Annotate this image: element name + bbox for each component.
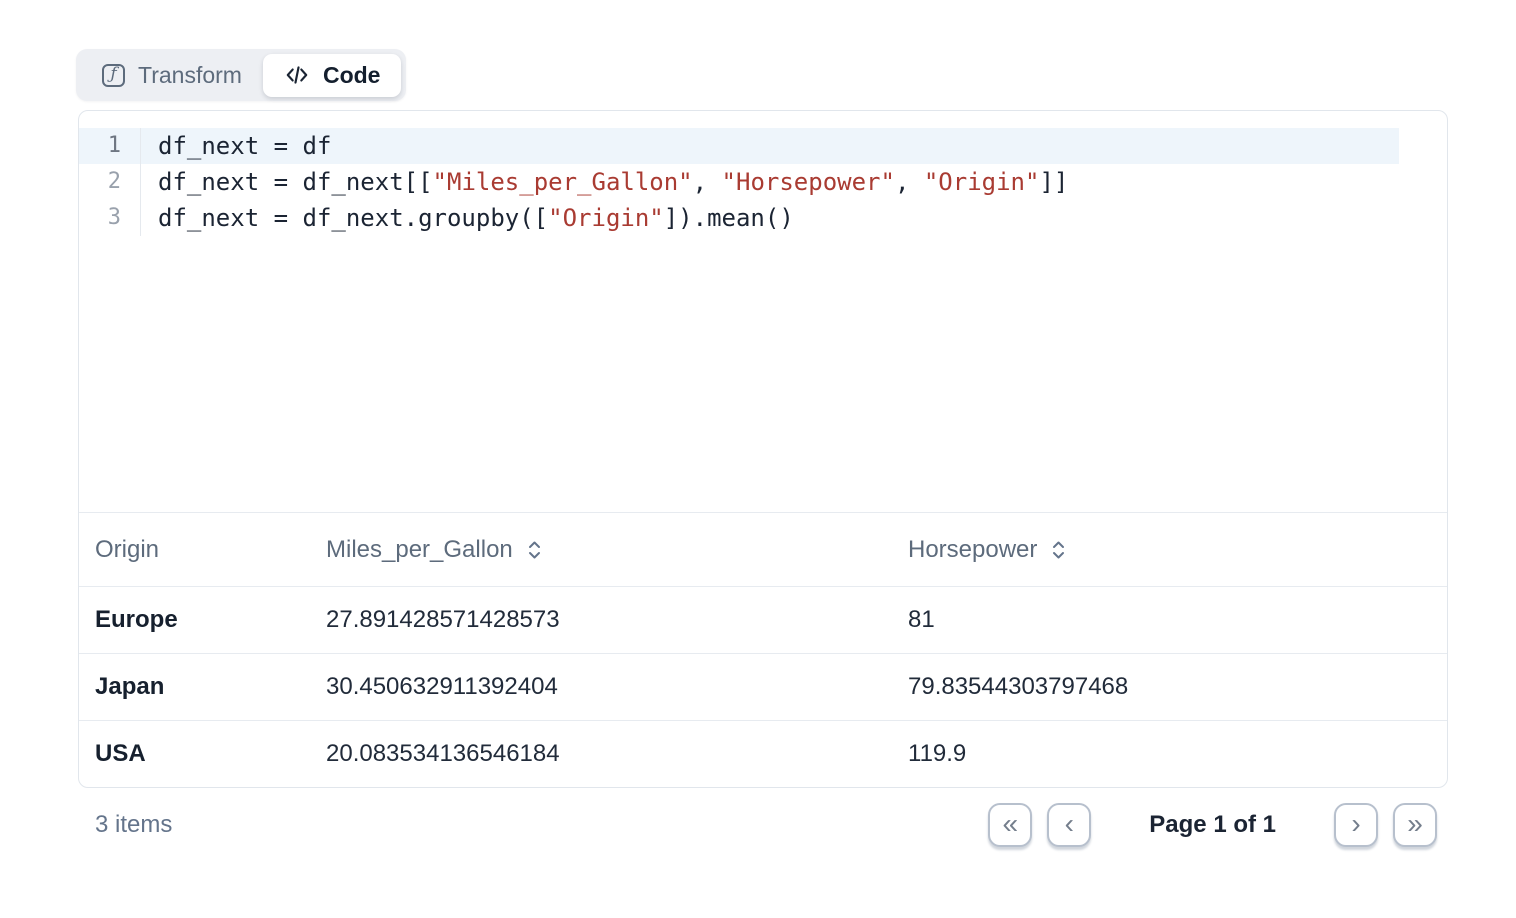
items-count: 3 items <box>95 811 172 839</box>
first-page-button[interactable]: « <box>988 803 1032 847</box>
chevron-right-icon: › <box>1351 810 1360 838</box>
code-line[interactable]: 1df_next = df <box>79 128 1399 164</box>
chevron-left-icon: ‹ <box>1065 810 1074 838</box>
code-line[interactable]: 2df_next = df_next[["Miles_per_Gallon", … <box>79 164 1399 200</box>
double-chevron-left-icon: « <box>1002 810 1018 838</box>
column-header-origin: Origin <box>79 513 310 586</box>
table-body: Europe27.89142857142857381Japan30.450632… <box>79 586 1447 787</box>
function-icon: ƒ <box>102 64 125 87</box>
sort-icon[interactable] <box>1051 539 1066 561</box>
table-row: Japan30.45063291139240479.83544303797468 <box>79 653 1447 720</box>
code-editor[interactable]: 1df_next = df2df_next = df_next[["Miles_… <box>79 111 1447 513</box>
origin-cell: Japan <box>79 654 310 720</box>
code-line-text: df_next = df_next[["Miles_per_Gallon", "… <box>141 164 1068 200</box>
horsepower-cell: 79.83544303797468 <box>892 654 1447 720</box>
double-chevron-right-icon: » <box>1407 810 1423 838</box>
origin-cell: Europe <box>79 587 310 653</box>
column-header-label: Horsepower <box>908 536 1037 564</box>
code-and-results-card: 1df_next = df2df_next = df_next[["Miles_… <box>78 110 1448 788</box>
tab-code-label: Code <box>323 62 381 89</box>
view-toggle: ƒ Transform Code <box>76 49 406 101</box>
line-number: 2 <box>79 164 141 200</box>
page-indicator: Page 1 of 1 <box>1149 811 1276 839</box>
code-line-text: df_next = df_next.groupby(["Origin"]).me… <box>141 200 794 236</box>
code-line[interactable]: 3df_next = df_next.groupby(["Origin"]).m… <box>79 200 1399 236</box>
table-row: Europe27.89142857142857381 <box>79 586 1447 653</box>
pagination-bar: 3 items « ‹ Page 1 of 1 › » <box>78 803 1448 847</box>
pager: « ‹ Page 1 of 1 › » <box>988 803 1437 847</box>
line-number: 3 <box>79 200 141 236</box>
last-page-button[interactable]: » <box>1393 803 1437 847</box>
line-number: 1 <box>79 128 141 164</box>
prev-page-button[interactable]: ‹ <box>1047 803 1091 847</box>
miles-per-gallon-cell: 30.450632911392404 <box>310 654 892 720</box>
column-header-label: Origin <box>95 536 159 564</box>
tab-code[interactable]: Code <box>263 54 402 97</box>
sort-icon[interactable] <box>527 539 542 561</box>
results-table: OriginMiles_per_GallonHorsepower Europe2… <box>79 513 1447 787</box>
code-icon <box>284 62 310 88</box>
table-row: USA20.083534136546184119.9 <box>79 720 1447 787</box>
tab-transform-label: Transform <box>138 62 242 89</box>
horsepower-cell: 81 <box>892 587 1447 653</box>
tab-transform[interactable]: ƒ Transform <box>81 54 263 97</box>
origin-cell: USA <box>79 721 310 787</box>
code-line-text: df_next = df <box>141 128 331 164</box>
next-page-button[interactable]: › <box>1334 803 1378 847</box>
column-header-horsepower[interactable]: Horsepower <box>892 513 1447 586</box>
miles-per-gallon-cell: 27.891428571428573 <box>310 587 892 653</box>
column-header-label: Miles_per_Gallon <box>326 536 513 564</box>
column-header-miles_per_gallon[interactable]: Miles_per_Gallon <box>310 513 892 586</box>
miles-per-gallon-cell: 20.083534136546184 <box>310 721 892 787</box>
table-header-row: Origin Miles_per_Gallon Horsepower <box>79 513 1447 586</box>
horsepower-cell: 119.9 <box>892 721 1447 787</box>
